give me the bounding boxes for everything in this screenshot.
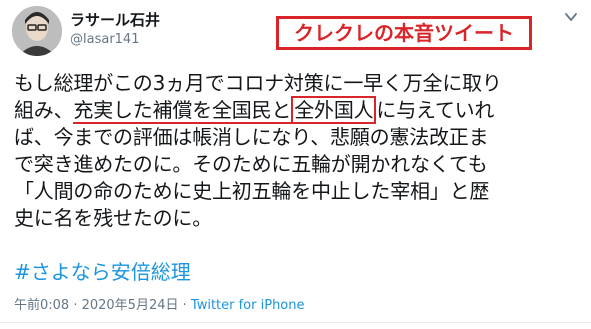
tweet-line: ば、今までの評価は帳消しになり、悲願の憲法改正ま bbox=[14, 125, 489, 149]
tweet-line: 史に名を残せたのに。 bbox=[14, 206, 212, 230]
tweet-meta: 午前0:08 · 2020年5月24日 · Twitter for iPhone bbox=[14, 298, 305, 314]
tweet-text: もし総理がこの3ヵ月でコロナ対策に一早く万全に取り 組み、充実した補償を全国民と… bbox=[14, 70, 580, 232]
divider bbox=[0, 322, 591, 323]
hashtag-link[interactable]: #さよなら安倍総理 bbox=[14, 260, 191, 284]
chevron-down-icon[interactable] bbox=[564, 10, 578, 24]
boxed-phrase: 全外国人 bbox=[291, 96, 377, 124]
tweet-line: 「人間の命のために史上初五輪を中止した宰相」と歴 bbox=[14, 179, 490, 203]
timestamp-link[interactable]: 午前0:08 · 2020年5月24日 bbox=[14, 298, 179, 313]
source-link[interactable]: Twitter for iPhone bbox=[191, 298, 305, 313]
avatar-photo bbox=[12, 6, 62, 56]
caption-banner: クレクレの本音ツイート bbox=[276, 16, 532, 50]
underlined-phrase: 充実した bbox=[73, 98, 153, 124]
user-handle[interactable]: @lasar141 bbox=[70, 32, 139, 48]
tweet-text-segment: 組み、 bbox=[14, 98, 74, 122]
tweet-line: 組み、充実した補償を全国民と 全外国人 に与えていれ bbox=[14, 96, 580, 124]
tweet-line: もし総理がこの3ヵ月でコロナ対策に一早く万全に取り bbox=[14, 71, 502, 95]
underlined-phrase: 補償を全国民と bbox=[152, 98, 292, 124]
tweet-text-segment: に与えていれ bbox=[376, 98, 495, 122]
user-display-name[interactable]: ラサール石井 bbox=[70, 11, 160, 29]
avatar[interactable] bbox=[12, 6, 62, 56]
meta-separator: · bbox=[178, 298, 191, 313]
tweet-line: で突き進めたのに。そのために五輪が開かれなくても bbox=[14, 152, 488, 176]
